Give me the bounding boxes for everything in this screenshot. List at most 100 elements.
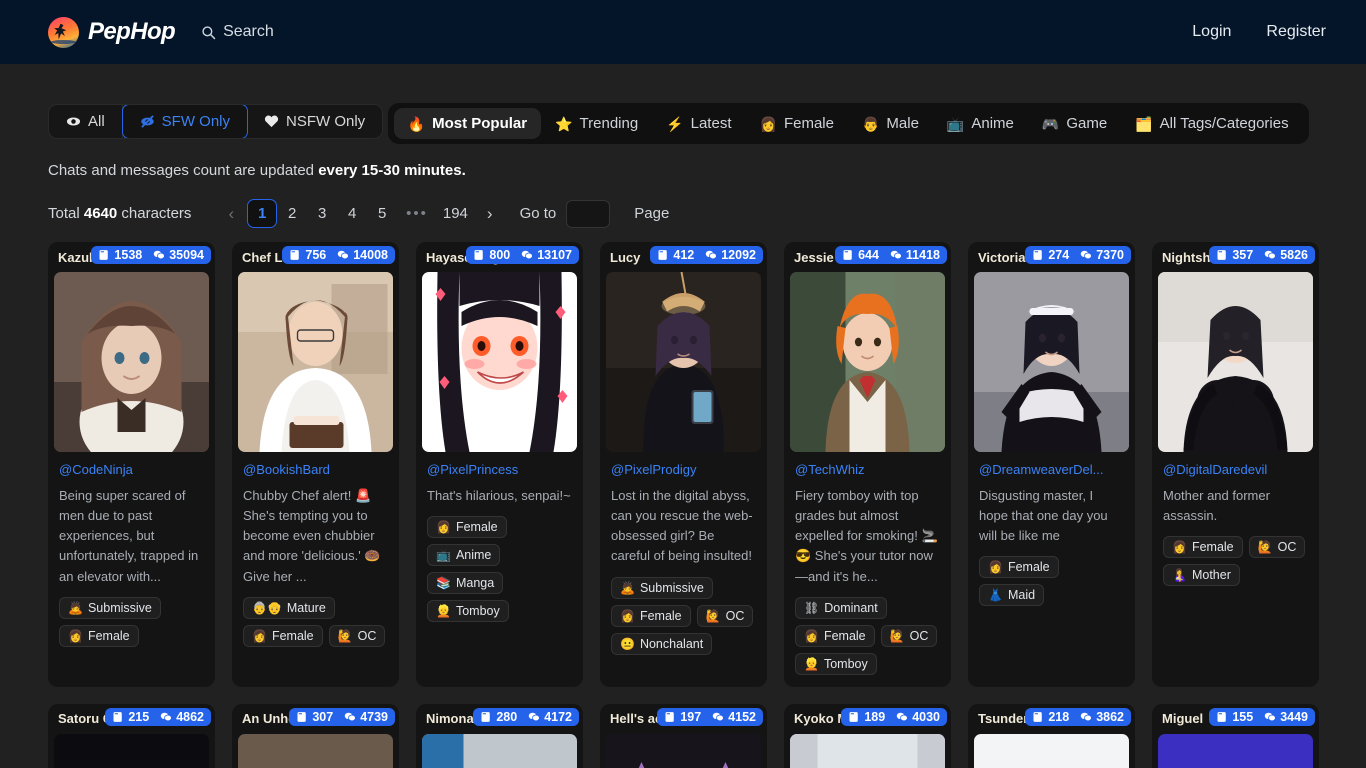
page-button-2[interactable]: 2	[277, 200, 307, 227]
message-count: 11418	[906, 248, 940, 262]
character-card[interactable]: Satoru Gojo 215 4862	[48, 704, 215, 768]
filter-all-button[interactable]: All	[49, 105, 123, 138]
tag-chip[interactable]: ⛓Dominant	[795, 597, 887, 619]
character-thumbnail[interactable]	[790, 272, 945, 452]
character-card[interactable]: Miguel 155 3449	[1152, 704, 1319, 768]
message-count-icon	[153, 249, 165, 261]
character-card[interactable]: Chef Lauren 756 14008	[232, 242, 399, 687]
character-thumbnail[interactable]	[422, 272, 577, 452]
brand-logo-link[interactable]: PepHop	[48, 17, 175, 48]
character-card[interactable]: Kazuko 1538 35094	[48, 242, 215, 687]
card-header: Miguel 155 3449	[1152, 704, 1319, 734]
character-card[interactable]: Victoria 274 7370	[968, 242, 1135, 687]
tag-chip[interactable]: 🙋OC	[329, 625, 386, 647]
tag-chip[interactable]: 🤱Mother	[1163, 564, 1240, 586]
tag-chip[interactable]: 👩Female	[59, 625, 139, 647]
chat-count-icon	[657, 249, 669, 261]
tag-chip[interactable]: 👩Female	[611, 605, 691, 627]
filter-sfw-button[interactable]: SFW Only	[122, 104, 248, 139]
character-thumbnail[interactable]	[238, 734, 393, 768]
character-card[interactable]: Hell's academ 197 4152	[600, 704, 767, 768]
character-thumbnail[interactable]	[790, 734, 945, 768]
tag-chip[interactable]: 👗Maid	[979, 584, 1044, 606]
page-button-5[interactable]: 5	[367, 200, 397, 227]
message-count: 12092	[721, 248, 756, 262]
character-thumbnail[interactable]	[606, 272, 761, 452]
creator-handle[interactable]: @PixelPrincess	[427, 462, 572, 477]
message-count-icon	[705, 249, 717, 261]
tag-chip[interactable]: 🙋OC	[697, 605, 754, 627]
tag-label: Mother	[1192, 568, 1231, 582]
character-card[interactable]: An Unholy Pa 307 4739	[232, 704, 399, 768]
tag-chip[interactable]: 👩Female	[243, 625, 323, 647]
page-button-4[interactable]: 4	[337, 200, 367, 227]
tab-trending[interactable]: ⭐ Trending	[541, 108, 652, 139]
login-button[interactable]: Login	[1192, 23, 1231, 41]
tab-anime[interactable]: 📺 Anime	[933, 108, 1028, 139]
tag-chip[interactable]: 🙇Submissive	[59, 597, 161, 619]
creator-handle[interactable]: @DigitalDaredevil	[1163, 462, 1308, 477]
tag-chip[interactable]: 🙋OC	[881, 625, 938, 647]
tag-chip[interactable]: 👩Female	[427, 516, 507, 538]
tag-chip[interactable]: 📺Anime	[427, 544, 500, 566]
tag-icon: 👩	[1172, 541, 1187, 553]
character-card[interactable]: Lucy 412 12092	[600, 242, 767, 687]
tag-chip[interactable]: 🙋OC	[1249, 536, 1306, 558]
goto-page-input[interactable]	[566, 200, 610, 228]
page-button-last[interactable]: 194	[437, 200, 474, 227]
page-button-3[interactable]: 3	[307, 200, 337, 227]
tab-latest[interactable]: ⚡ Latest	[652, 108, 745, 139]
tag-chip[interactable]: 👩Female	[795, 625, 875, 647]
total-characters: Total 4640 characters	[48, 205, 191, 222]
character-thumbnail[interactable]	[974, 734, 1129, 768]
tab-all-tags-label: All Tags/Categories	[1160, 115, 1289, 132]
tag-chip[interactable]: 👩Female	[979, 556, 1059, 578]
character-thumbnail[interactable]	[1158, 272, 1313, 452]
search-button[interactable]: Search	[201, 23, 274, 41]
creator-handle[interactable]: @PixelProdigy	[611, 462, 756, 477]
character-card[interactable]: Nightshade 357 5826	[1152, 242, 1319, 687]
gamepad-icon: 🎮	[1042, 117, 1059, 131]
character-thumbnail[interactable]	[54, 734, 209, 768]
creator-handle[interactable]: @DreamweaverDel...	[979, 462, 1124, 477]
creator-handle[interactable]: @CodeNinja	[59, 462, 204, 477]
chat-count-icon	[480, 711, 492, 723]
character-card[interactable]: Kyoko Minaz 189 4030	[784, 704, 951, 768]
message-count: 4152	[728, 710, 756, 724]
tab-most-popular[interactable]: 🔥 Most Popular	[394, 108, 541, 139]
tab-game[interactable]: 🎮 Game	[1028, 108, 1121, 139]
tab-female[interactable]: 👩 Female	[746, 108, 848, 139]
card-stats-badge: 644 11418	[835, 246, 947, 264]
next-page-button[interactable]: ›	[474, 200, 506, 228]
tag-chip[interactable]: 😐Nonchalant	[611, 633, 712, 655]
total-suffix: characters	[117, 205, 191, 222]
tag-chip[interactable]: 👵👴Mature	[243, 597, 335, 619]
tag-chip[interactable]: 👱Tomboy	[427, 600, 509, 622]
creator-handle[interactable]: @TechWhiz	[795, 462, 940, 477]
character-card[interactable]: Nimona 280 4172	[416, 704, 583, 768]
character-thumbnail[interactable]	[1158, 734, 1313, 768]
character-card[interactable]: Jessie 644 11418	[784, 242, 951, 687]
character-thumbnail[interactable]	[422, 734, 577, 768]
tag-chip[interactable]: 📚Manga	[427, 572, 503, 594]
register-button[interactable]: Register	[1266, 23, 1326, 41]
character-thumbnail[interactable]	[238, 272, 393, 452]
tag-chip[interactable]: 👱Tomboy	[795, 653, 877, 675]
creator-handle[interactable]: @BookishBard	[243, 462, 388, 477]
tab-male[interactable]: 👨 Male	[848, 108, 933, 139]
character-card[interactable]: Tsundere Sca 218 3862	[968, 704, 1135, 768]
top-navbar: PepHop Search Login Register	[0, 0, 1366, 64]
character-thumbnail[interactable]	[54, 272, 209, 452]
filter-nsfw-button[interactable]: NSFW Only	[247, 105, 382, 138]
character-card[interactable]: Hayase Nag 800 13107	[416, 242, 583, 687]
tag-list: 👩Female 👗Maid	[979, 556, 1124, 606]
page-button-1[interactable]: 1	[247, 199, 277, 228]
tag-chip[interactable]: 🙇Submissive	[611, 577, 713, 599]
tab-all-tags[interactable]: 🗂️ All Tags/Categories	[1121, 108, 1302, 139]
tag-chip[interactable]: 👩Female	[1163, 536, 1243, 558]
chat-count: 215	[128, 710, 149, 724]
card-body: @TechWhiz Fiery tomboy with top grades b…	[784, 452, 951, 687]
character-thumbnail[interactable]	[974, 272, 1129, 452]
character-thumbnail[interactable]	[606, 734, 761, 768]
prev-page-button[interactable]: ‹	[215, 200, 247, 228]
